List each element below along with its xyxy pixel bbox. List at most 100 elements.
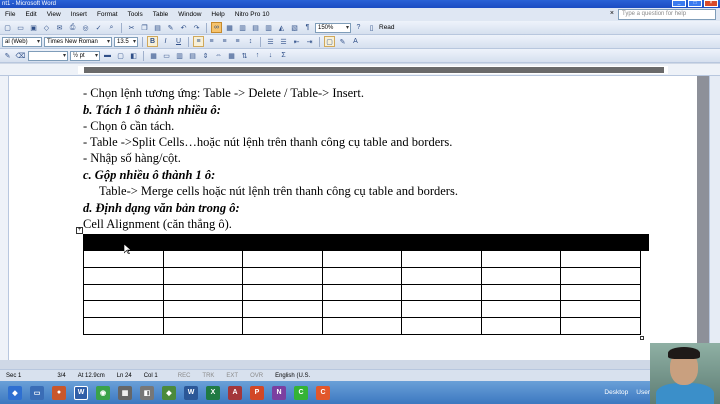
table-cell[interactable]	[480, 266, 562, 285]
word-icon[interactable]: W	[184, 385, 198, 400]
research-icon[interactable]: ⌕	[106, 22, 117, 33]
chrome-icon[interactable]: ◉	[96, 385, 110, 400]
document-close-icon[interactable]: ×	[610, 10, 614, 17]
highlight-icon[interactable]: ✎	[337, 36, 348, 47]
table-cell[interactable]	[242, 266, 323, 285]
close-button[interactable]: ×	[704, 0, 718, 7]
bullets-icon[interactable]: ☰	[278, 36, 289, 47]
table-cell[interactable]	[560, 234, 641, 251]
table-cell[interactable]	[162, 234, 244, 251]
vertical-ruler[interactable]	[0, 76, 9, 360]
table-cell[interactable]	[480, 283, 562, 302]
table-cell[interactable]	[480, 234, 562, 251]
read-icon[interactable]: ▯	[366, 22, 377, 33]
table-resize-handle[interactable]	[640, 336, 644, 340]
explorer-icon[interactable]: ▭	[30, 385, 44, 400]
table-cell[interactable]	[162, 317, 244, 335]
shading-icon[interactable]: ◧	[128, 50, 139, 61]
table-cell[interactable]	[321, 317, 403, 335]
redo-icon[interactable]: ↷	[191, 22, 202, 33]
menu-help[interactable]: Help	[206, 8, 229, 21]
vertical-scrollbar[interactable]	[709, 76, 720, 360]
help-icon[interactable]: ?	[353, 22, 364, 33]
decrease-indent-icon[interactable]: ⇤	[291, 36, 302, 47]
table-cell[interactable]	[242, 283, 323, 302]
table-move-handle-icon[interactable]: +	[76, 227, 83, 234]
outside-border-icon[interactable]: ▢	[115, 50, 126, 61]
merge-cells-icon[interactable]: ▭	[161, 50, 172, 61]
start-icon[interactable]: ◆	[8, 385, 22, 400]
table-cell[interactable]	[321, 234, 403, 251]
app-icon[interactable]: ●	[52, 385, 66, 400]
hyperlink-icon[interactable]: ∞	[211, 22, 222, 33]
user-toolbar[interactable]: User	[636, 389, 650, 396]
access-icon[interactable]: A	[228, 385, 242, 400]
preview-icon[interactable]: ◎	[80, 22, 91, 33]
sort-asc-icon[interactable]: ↑	[252, 50, 263, 61]
increase-indent-icon[interactable]: ⇥	[304, 36, 315, 47]
style-select[interactable]: al (Web)	[2, 36, 42, 47]
open-icon[interactable]: ▭	[15, 22, 26, 33]
minimize-button[interactable]: _	[672, 0, 686, 7]
app-icon[interactable]: ◧	[140, 385, 154, 400]
tables-borders-icon[interactable]: ▦	[224, 22, 235, 33]
bold-button[interactable]: B	[147, 36, 158, 47]
line-spacing-icon[interactable]: ↕	[245, 36, 256, 47]
paste-icon[interactable]: ▤	[152, 22, 163, 33]
table-cell[interactable]	[401, 250, 482, 268]
table-cell[interactable]	[321, 266, 403, 285]
table-cell[interactable]	[560, 266, 641, 285]
new-icon[interactable]: ▢	[2, 22, 13, 33]
desktop-toolbar[interactable]: Desktop	[604, 389, 628, 396]
table-cell[interactable]	[162, 283, 244, 302]
menu-format[interactable]: Format	[92, 8, 123, 21]
zoom-select[interactable]: 150%	[315, 22, 351, 33]
horizontal-ruler[interactable]	[0, 64, 720, 76]
underline-button[interactable]: U	[173, 36, 184, 47]
mail-icon[interactable]: ✉	[54, 22, 65, 33]
table-cell[interactable]	[321, 250, 403, 268]
table-cell[interactable]	[242, 234, 323, 251]
table-cell[interactable]	[321, 283, 403, 302]
size-select[interactable]: 13.5	[114, 36, 138, 47]
undo-icon[interactable]: ↶	[178, 22, 189, 33]
table-cell[interactable]	[83, 317, 164, 335]
spelling-icon[interactable]: ✓	[93, 22, 104, 33]
table-cell[interactable]	[242, 250, 323, 268]
table-cell[interactable]	[480, 300, 562, 319]
font-color-icon[interactable]: A	[350, 36, 361, 47]
excel-icon[interactable]: X	[206, 385, 220, 400]
table-cell[interactable]	[560, 317, 641, 335]
menu-edit[interactable]: Edit	[20, 8, 41, 21]
table-cell[interactable]	[162, 300, 244, 319]
print-icon[interactable]: ⎙	[67, 22, 78, 33]
copy-icon[interactable]: ❐	[139, 22, 150, 33]
table-cell[interactable]	[560, 283, 641, 302]
italic-button[interactable]: I	[160, 36, 171, 47]
insert-table-icon[interactable]: ▥	[237, 22, 248, 33]
border-icon[interactable]: ▢	[324, 36, 335, 47]
split-cells-icon[interactable]: ▥	[174, 50, 185, 61]
sort-desc-icon[interactable]: ↓	[265, 50, 276, 61]
camtasia-icon[interactable]: C	[294, 385, 308, 400]
numbering-icon[interactable]: ☰	[265, 36, 276, 47]
table-cell[interactable]	[242, 300, 323, 319]
align-left-icon[interactable]: ≡	[193, 36, 204, 47]
align-right-icon[interactable]: ≡	[219, 36, 230, 47]
show-hide-icon[interactable]: ¶	[302, 22, 313, 33]
eraser-icon[interactable]: ⌫	[15, 50, 26, 61]
table-cell[interactable]	[162, 250, 244, 268]
menu-tools[interactable]: Tools	[123, 8, 148, 21]
align-center-icon[interactable]: ≡	[206, 36, 217, 47]
menu-table[interactable]: Table	[148, 8, 174, 21]
powerpoint-icon[interactable]: P	[250, 385, 264, 400]
cut-icon[interactable]: ✂	[126, 22, 137, 33]
insert-excel-icon[interactable]: ▤	[250, 22, 261, 33]
insert-table-icon[interactable]: ▦	[148, 50, 159, 61]
table-cell[interactable]	[321, 300, 403, 319]
word-active-icon[interactable]: W	[74, 385, 88, 400]
menu-view[interactable]: View	[42, 8, 66, 21]
drawing-icon[interactable]: ◭	[276, 22, 287, 33]
table-cell[interactable]	[83, 283, 164, 302]
table-cell[interactable]	[401, 317, 482, 335]
